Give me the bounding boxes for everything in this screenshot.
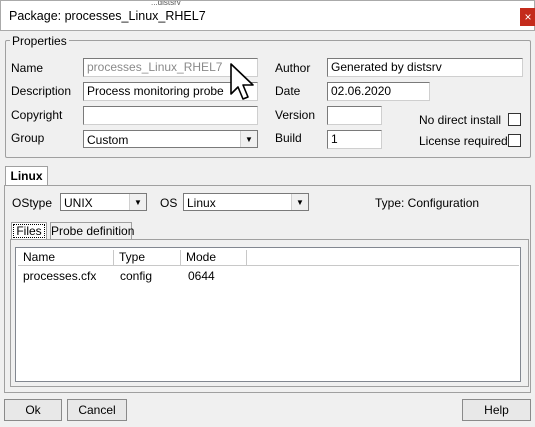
files-list[interactable]: Name Type Mode processes.cfx config 0644 — [15, 247, 521, 382]
ostype-select-value: UNIX — [64, 196, 93, 210]
window-title: Package: processes_Linux_RHEL7 — [9, 9, 206, 23]
help-button[interactable]: Help — [462, 399, 531, 421]
date-label: Date — [275, 84, 301, 98]
chevron-down-icon[interactable]: ▼ — [129, 194, 146, 210]
mouse-pointer-icon — [230, 63, 254, 100]
no-direct-install-label: No direct install — [419, 113, 502, 127]
type-text: Type: Configuration — [375, 196, 480, 210]
group-select[interactable]: Custom ▼ — [83, 130, 258, 148]
tab-files-label: Files — [16, 224, 42, 238]
author-field[interactable]: Generated by distsrv — [327, 58, 523, 77]
cancel-button[interactable]: Cancel — [67, 399, 127, 421]
os-select[interactable]: Linux ▼ — [183, 193, 309, 211]
column-header-name[interactable]: Name — [18, 250, 114, 266]
tab-linux-label: Linux — [10, 169, 43, 183]
build-label: Build — [275, 131, 302, 145]
properties-legend: Properties — [10, 34, 69, 48]
license-required-checkbox[interactable] — [508, 134, 521, 147]
author-label: Author — [275, 61, 311, 75]
group-label: Group — [11, 131, 45, 145]
background-window-strip: ...distsrv — [151, 1, 231, 5]
name-label: Name — [11, 61, 44, 75]
column-header-type[interactable]: Type — [114, 250, 181, 266]
version-field[interactable] — [327, 106, 382, 125]
table-row[interactable]: processes.cfx config 0644 — [18, 268, 518, 284]
date-field[interactable]: 02.06.2020 — [327, 82, 430, 101]
no-direct-install-checkbox[interactable] — [508, 113, 521, 126]
title-bar: ...distsrv Package: processes_Linux_RHEL… — [0, 0, 535, 31]
ok-button[interactable]: Ok — [4, 399, 62, 421]
build-field[interactable]: 1 — [327, 130, 382, 149]
tab-probe-definition[interactable]: Probe definition — [50, 222, 135, 240]
tab-linux[interactable]: Linux — [5, 166, 48, 186]
os-select-value: Linux — [187, 196, 216, 210]
version-label: Version — [275, 108, 316, 122]
description-label: Description — [11, 84, 72, 98]
ostype-select[interactable]: UNIX ▼ — [60, 193, 147, 211]
close-button[interactable]: × — [520, 8, 535, 26]
row-name-cell: processes.cfx — [23, 269, 97, 283]
copyright-label: Copyright — [11, 108, 63, 122]
row-type-cell: config — [120, 269, 153, 283]
chevron-down-icon[interactable]: ▼ — [240, 131, 257, 147]
row-mode-cell: 0644 — [188, 269, 215, 283]
chevron-down-icon[interactable]: ▼ — [291, 194, 308, 210]
group-select-value: Custom — [87, 133, 129, 147]
os-label: OS — [160, 196, 178, 210]
column-header-mode[interactable]: Mode — [181, 250, 247, 266]
column-header-filler — [247, 250, 519, 266]
copyright-field[interactable] — [83, 106, 258, 125]
license-required-label: License required — [419, 134, 508, 148]
tab-probe-definition-label: Probe definition — [51, 224, 135, 238]
ostype-label: OStype — [12, 196, 53, 210]
tab-files[interactable]: Files — [11, 222, 47, 240]
